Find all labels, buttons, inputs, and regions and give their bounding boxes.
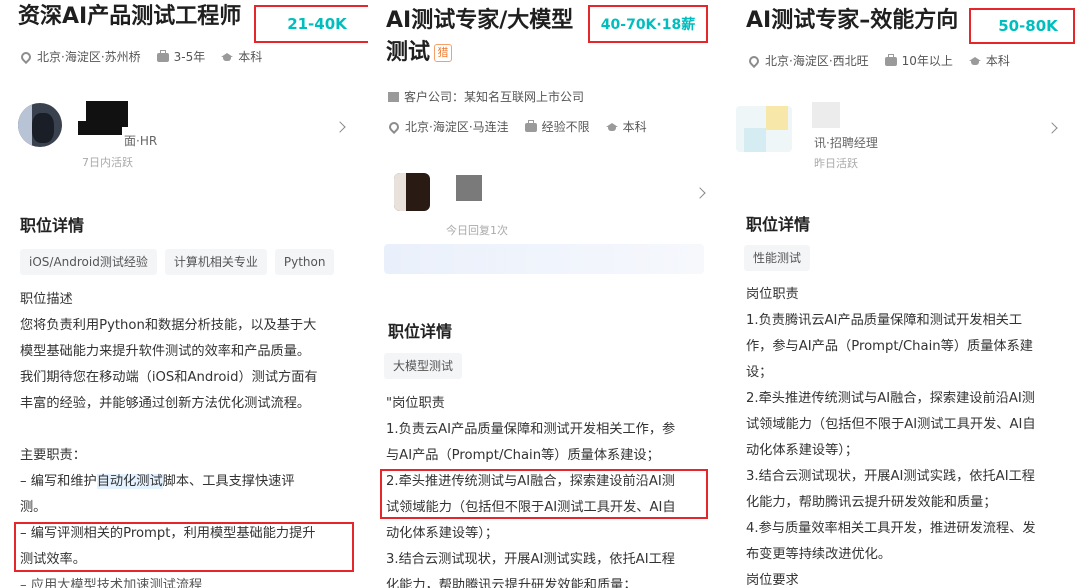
desc-line: 测。 — [20, 500, 47, 515]
redacted-company — [78, 121, 122, 135]
chevron-right-icon — [694, 187, 706, 199]
promo-banner[interactable] — [384, 244, 704, 274]
chevron-right-icon — [334, 121, 346, 133]
hr-contact-row[interactable]: 讯·招聘经理 昨日活跃 — [728, 98, 1080, 178]
job-card-2: AI测试专家/大模型 测试猎 40-70K·18薪 客户公司：某知名互联网上市公… — [368, 0, 728, 588]
job-card-3: AI测试专家–效能方向 50-80K 北京·海淀区·西北旺 10年以上 本科 讯… — [728, 0, 1080, 588]
hr-role: 讯·招聘经理 — [814, 136, 878, 150]
desc-line: 1.负责腾讯云AI产品质量保障和测试开发相关工 — [746, 313, 1023, 328]
location-text: 北京·海淀区·马连洼 — [405, 120, 509, 134]
desc-heading: 职位描述 — [20, 292, 73, 307]
desc-line: – 应用大模型技术加速测试流程 — [20, 578, 203, 588]
location-icon — [18, 49, 34, 64]
desc-text: – 编写和维护 — [20, 474, 97, 489]
desc-line: 4.参与质量效率相关工具开发，推进研发流程、发 — [746, 521, 1036, 536]
salary-range: 21-40K — [254, 5, 368, 43]
desc-line: 动化体系建设等）； — [746, 443, 859, 458]
desc-line: 布变更等持续改进优化。 — [746, 547, 892, 562]
client-company: 客户公司：某知名互联网上市公司 — [388, 88, 584, 105]
avatar — [736, 106, 792, 152]
desc-line: 与AI产品（Prompt/Chain等）质量体系建设； — [386, 448, 660, 463]
job-meta: 北京·海淀区·苏州桥 3-5年 本科 — [18, 48, 263, 65]
skill-tags: 大模型测试 — [384, 353, 463, 379]
hr-active-status: 7日内活跃 — [82, 156, 133, 169]
salary-range: 40-70K·18薪 — [588, 5, 708, 43]
briefcase-icon — [524, 120, 537, 132]
skill-tag: Python — [274, 249, 335, 275]
briefcase-icon — [156, 50, 169, 62]
desc-line: 设； — [746, 365, 773, 380]
skill-tag: 大模型测试 — [384, 353, 463, 379]
experience-text: 3-5年 — [173, 50, 206, 64]
section-title: 职位详情 — [746, 215, 811, 234]
job-title: AI测试专家–效能方向 — [746, 8, 959, 33]
desc-line: 模型基础能力来提升软件测试的效率和产品质量。 — [20, 344, 311, 359]
desc-line: 2.牵头推进传统测试与AI融合，探索建设前沿AI测 — [746, 391, 1035, 406]
desc-line: 化能力，帮助腾讯云提升研发效能和质量； — [386, 578, 637, 588]
location-icon — [386, 119, 402, 134]
section-title: 职位详情 — [388, 322, 453, 341]
redacted-name — [456, 175, 482, 201]
hr-role: 面·HR — [124, 134, 158, 148]
hr-active-status: 昨日活跃 — [814, 157, 858, 170]
desc-line: 动化体系建设等）； — [386, 526, 499, 541]
job-card-1: 资深AI产品测试工程师 21-40K 北京·海淀区·苏州桥 3-5年 本科 面·… — [0, 0, 368, 588]
education-text: 本科 — [985, 54, 1010, 68]
graduation-cap-icon — [605, 121, 618, 133]
skill-tags: iOS/Android测试经验 计算机相关专业 Python — [20, 249, 335, 275]
job-title-line2: 测试猎 — [386, 38, 453, 68]
chevron-right-icon — [1046, 122, 1058, 134]
redacted-name — [812, 102, 840, 128]
desc-line: 3.结合云测试现状，开展AI测试实践，依托AI工程 — [386, 552, 675, 567]
building-icon — [388, 91, 399, 102]
annotation-box — [969, 8, 1075, 44]
avatar — [18, 103, 62, 147]
desc-line: 试领域能力（包括但不限于AI测试工具开发、AI自 — [746, 417, 1036, 432]
desc-line: 丰富的经验，并能够通过创新方法优化测试流程。 — [20, 396, 311, 411]
annotation-box — [14, 522, 354, 572]
desc-line: 1.负责云AI产品质量保障和测试开发相关工作，参 — [386, 422, 676, 437]
client-text: 客户公司：某知名互联网上市公司 — [404, 90, 585, 104]
graduation-cap-icon — [221, 51, 234, 63]
job-title-text: 测试 — [386, 40, 431, 65]
hr-contact-row[interactable]: 面·HR 7日内活跃 — [0, 95, 368, 175]
graduation-cap-icon — [968, 55, 981, 67]
hr-contact-row[interactable]: 今日回复1次 — [368, 165, 728, 240]
highlighted-text: 自动化测试 — [96, 474, 163, 489]
skill-tag: 性能测试 — [744, 245, 811, 271]
desc-line: 3.结合云测试现状，开展AI测试实践，依托AI工程 — [746, 469, 1035, 484]
desc-line: 作，参与AI产品（Prompt/Chain等）质量体系建 — [746, 339, 1033, 354]
location-text: 北京·海淀区·西北旺 — [765, 54, 869, 68]
desc-line: 岗位职责 — [746, 287, 799, 302]
education-text: 本科 — [622, 120, 647, 134]
job-description: 岗位职责 1.负责腾讯云AI产品质量保障和测试开发相关工 作，参与AI产品（Pr… — [746, 282, 1076, 588]
experience-text: 经验不限 — [541, 120, 590, 134]
desc-line: – 编写和维护自动化测试脚本、工具支撑快速评 — [20, 469, 360, 495]
desc-line: 我们期待您在移动端（iOS和Android）测试方面有 — [20, 370, 318, 385]
skill-tags: 性能测试 — [744, 245, 811, 271]
desc-text: 脚本、工具支撑快速评 — [162, 474, 295, 489]
job-meta: 北京·海淀区·马连洼 经验不限 本科 — [386, 118, 647, 135]
job-title: AI测试专家/大模型 — [386, 8, 574, 33]
desc-line: 您将负责利用Python和数据分析技能，以及基于大 — [20, 318, 317, 333]
headhunter-badge: 猎 — [434, 44, 453, 62]
experience-text: 10年以上 — [901, 54, 953, 68]
location-icon — [746, 53, 762, 68]
section-title: 职位详情 — [20, 216, 85, 235]
job-title: 资深AI产品测试工程师 — [18, 4, 242, 29]
job-meta: 北京·海淀区·西北旺 10年以上 本科 — [746, 52, 1010, 69]
desc-line: "岗位职责 — [386, 396, 445, 411]
location-text: 北京·海淀区·苏州桥 — [37, 50, 141, 64]
briefcase-icon — [884, 54, 897, 66]
duties-heading: 主要职责： — [20, 448, 86, 463]
desc-line: 岗位要求 — [746, 573, 799, 588]
hr-active-status: 今日回复1次 — [446, 224, 508, 237]
annotation-box — [380, 469, 708, 519]
education-text: 本科 — [238, 50, 263, 64]
desc-line: 化能力，帮助腾讯云提升研发效能和质量； — [746, 495, 997, 510]
skill-tag: 计算机相关专业 — [164, 249, 267, 275]
skill-tag: iOS/Android测试经验 — [20, 249, 157, 275]
avatar — [394, 173, 430, 211]
